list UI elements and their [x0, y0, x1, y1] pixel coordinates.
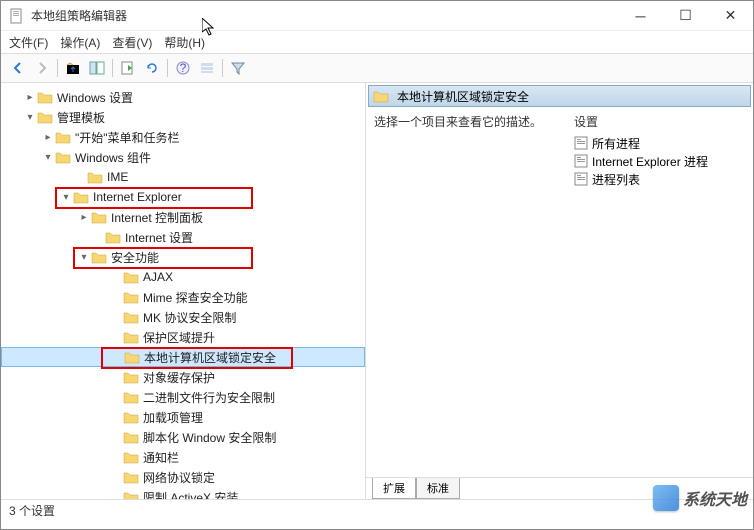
menu-view[interactable]: 查看(V)	[112, 34, 152, 51]
menu-action[interactable]: 操作(A)	[60, 34, 100, 51]
chevron-down-icon[interactable]: ▾	[41, 152, 55, 163]
setting-ie-process[interactable]: Internet Explorer 进程	[574, 152, 745, 170]
menu-help[interactable]: 帮助(H)	[164, 34, 205, 51]
title-bar: 本地组策略编辑器 ─ ☐ ✕	[1, 1, 753, 31]
tree-ajax[interactable]: AJAX	[1, 267, 365, 287]
back-button[interactable]	[7, 57, 29, 79]
setting-label: Internet Explorer 进程	[592, 153, 708, 170]
tree-restrict-activex[interactable]: 限制 ActiveX 安装	[1, 487, 365, 499]
tree-network-protocol[interactable]: 网络协议锁定	[1, 467, 365, 487]
chevron-right-icon[interactable]: ▸	[77, 212, 91, 223]
tree-local-machine-zone[interactable]: 本地计算机区域锁定安全	[1, 347, 365, 367]
description-column: 选择一个项目来查看它的描述。	[374, 113, 574, 473]
refresh-button[interactable]	[141, 57, 163, 79]
folder-icon	[373, 89, 389, 103]
detail-tabs: 扩展 标准	[366, 477, 753, 499]
tree-ime[interactable]: IME	[1, 167, 365, 187]
tree-windows-components[interactable]: ▾Windows 组件	[1, 147, 365, 167]
settings-header: 设置	[574, 113, 745, 130]
tree-mime[interactable]: Mime 探查安全功能	[1, 287, 365, 307]
tree-start-taskbar[interactable]: ▸"开始"菜单和任务栏	[1, 127, 365, 147]
detail-pane: 本地计算机区域锁定安全 选择一个项目来查看它的描述。 设置 所有进程 Inter…	[366, 83, 753, 499]
chevron-right-icon[interactable]: ▸	[41, 132, 55, 143]
toolbar: ?	[1, 53, 753, 83]
status-text: 3 个设置	[9, 502, 55, 519]
tree-security-features[interactable]: ▾安全功能	[1, 247, 365, 267]
export-button[interactable]	[117, 57, 139, 79]
window-title: 本地组策略编辑器	[31, 7, 618, 24]
setting-label: 所有进程	[592, 135, 640, 152]
tree-notification-bar[interactable]: 通知栏	[1, 447, 365, 467]
detail-header: 本地计算机区域锁定安全	[368, 85, 751, 107]
forward-button[interactable]	[31, 57, 53, 79]
chevron-down-icon[interactable]: ▾	[77, 252, 91, 263]
tree-pane[interactable]: ▸Windows 设置 ▾管理模板 ▸"开始"菜单和任务栏 ▾Windows 组…	[1, 83, 366, 499]
help-button[interactable]: ?	[172, 57, 194, 79]
app-icon	[9, 8, 25, 24]
description-text: 选择一个项目来查看它的描述。	[374, 115, 542, 129]
svg-text:?: ?	[180, 61, 187, 75]
options-button[interactable]	[196, 57, 218, 79]
tree-binary[interactable]: 二进制文件行为安全限制	[1, 387, 365, 407]
minimize-button[interactable]: ─	[618, 1, 663, 30]
tree-windows-settings[interactable]: ▸Windows 设置	[1, 87, 365, 107]
status-bar: 3 个设置	[1, 499, 753, 521]
detail-title: 本地计算机区域锁定安全	[397, 88, 529, 105]
chevron-right-icon[interactable]: ▸	[23, 92, 37, 103]
setting-all-processes[interactable]: 所有进程	[574, 134, 745, 152]
tree-ie-settings[interactable]: Internet 设置	[1, 227, 365, 247]
filter-button[interactable]	[227, 57, 249, 79]
menu-bar: 文件(F) 操作(A) 查看(V) 帮助(H)	[1, 31, 753, 53]
tree-scripted-window[interactable]: 脚本化 Window 安全限制	[1, 427, 365, 447]
menu-file[interactable]: 文件(F)	[9, 34, 48, 51]
show-hide-tree-button[interactable]	[86, 57, 108, 79]
chevron-down-icon[interactable]: ▾	[59, 192, 73, 203]
tree-addon-mgmt[interactable]: 加载项管理	[1, 407, 365, 427]
policy-icon	[574, 136, 588, 150]
up-button[interactable]	[62, 57, 84, 79]
tree-object-cache[interactable]: 对象缓存保护	[1, 367, 365, 387]
tab-extended[interactable]: 扩展	[372, 478, 416, 499]
tree-zone-elevation[interactable]: 保护区域提升	[1, 327, 365, 347]
tree-internet-explorer[interactable]: ▾Internet Explorer	[1, 187, 365, 207]
close-button[interactable]: ✕	[708, 1, 753, 30]
policy-icon	[574, 154, 588, 168]
setting-label: 进程列表	[592, 171, 640, 188]
chevron-down-icon[interactable]: ▾	[23, 112, 37, 123]
policy-icon	[574, 172, 588, 186]
tree-ie-control-panel[interactable]: ▸Internet 控制面板	[1, 207, 365, 227]
setting-process-list[interactable]: 进程列表	[574, 170, 745, 188]
tree-mk[interactable]: MK 协议安全限制	[1, 307, 365, 327]
maximize-button[interactable]: ☐	[663, 1, 708, 30]
tree-admin-templates[interactable]: ▾管理模板	[1, 107, 365, 127]
tab-standard[interactable]: 标准	[416, 478, 460, 499]
